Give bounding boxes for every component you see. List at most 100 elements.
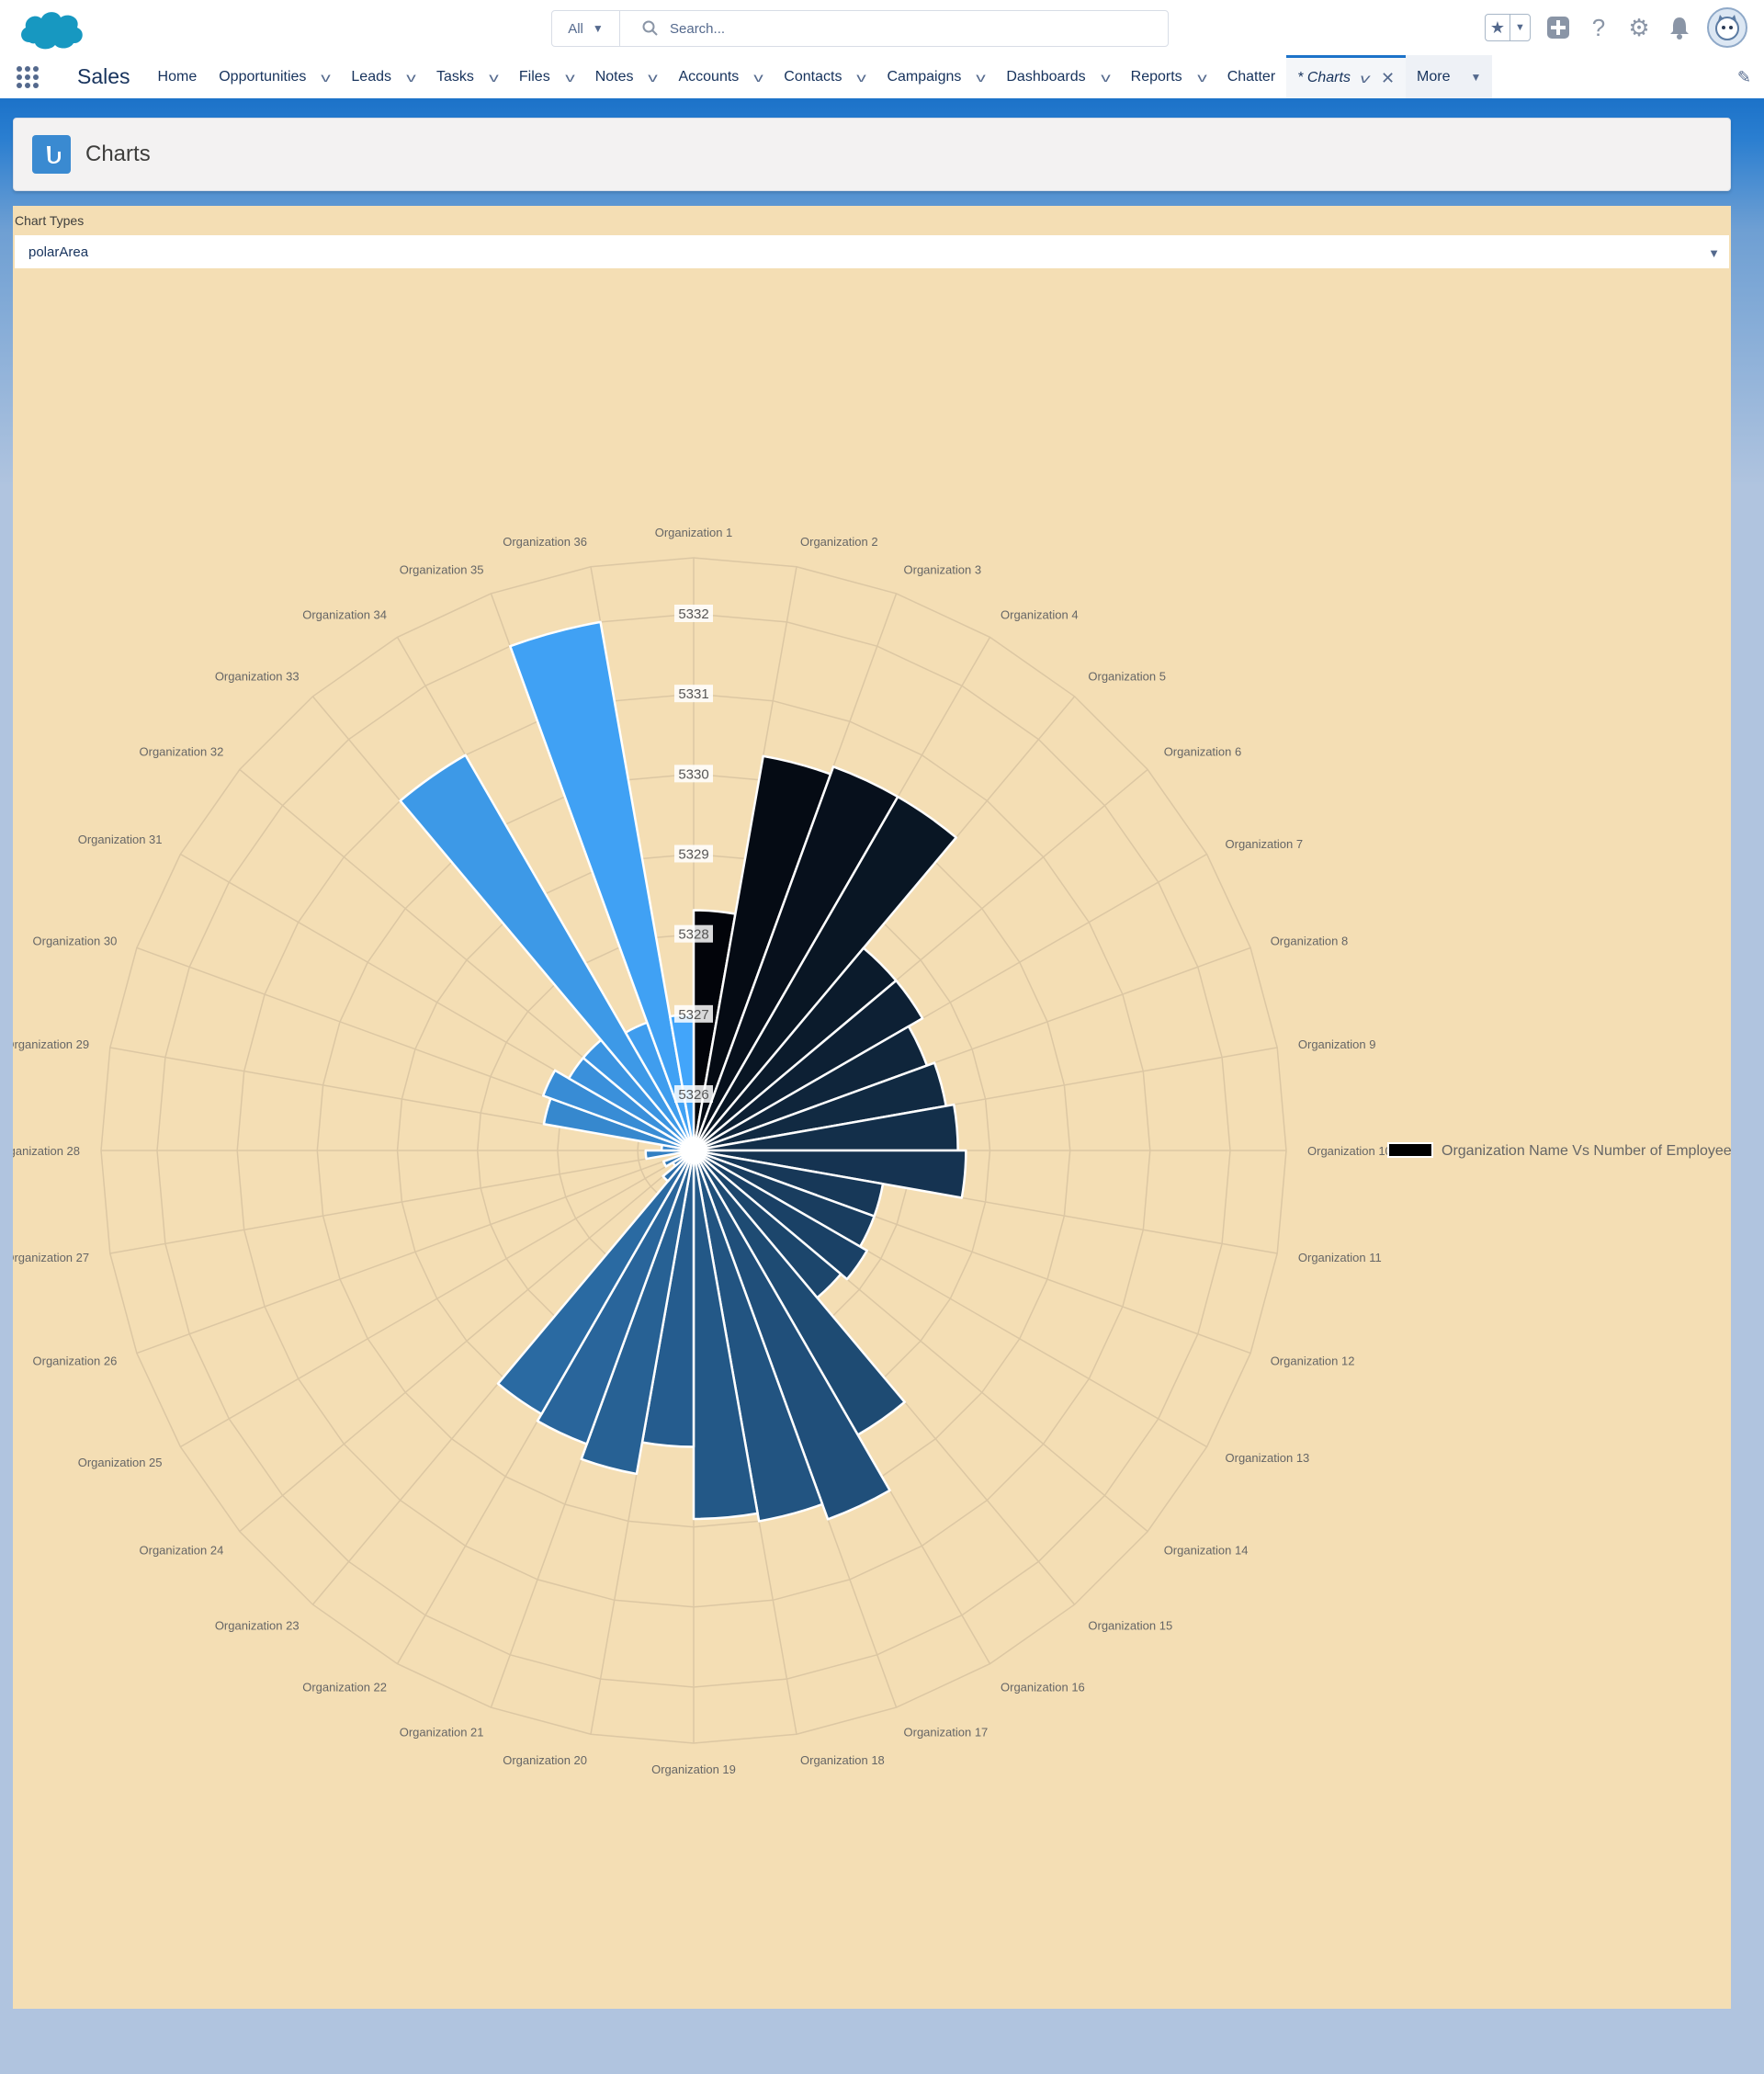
category-label: Organization 5	[1088, 669, 1166, 683]
category-label: Organization 16	[1001, 1681, 1085, 1694]
nav-item-chatter[interactable]: Chatter	[1216, 55, 1286, 98]
nav-item-label: Campaigns	[887, 68, 962, 85]
nav-item-dashboards[interactable]: Dashboards v	[995, 55, 1119, 98]
chevron-down-icon[interactable]: v	[565, 70, 575, 85]
chevron-down-icon[interactable]: v	[649, 70, 659, 85]
category-label: Organization 14	[1164, 1543, 1249, 1557]
category-label: Organization 7	[1226, 837, 1304, 851]
salesforce-logo[interactable]	[17, 6, 86, 53]
chart-card: Chart Types polarArea ▼ 5326 5327 5328 5329…	[13, 206, 1731, 2009]
chevron-down-icon[interactable]: v	[1360, 71, 1370, 85]
nav-item-label: Home	[157, 68, 198, 85]
category-label: Organization 19	[651, 1762, 736, 1776]
app-navigation-bar: Sales Home Opportunities v Leads v Tasks v …	[0, 55, 1764, 101]
category-label: Organization 23	[215, 1619, 300, 1633]
legend-swatch	[1387, 1142, 1433, 1158]
category-label: Organization 34	[302, 608, 387, 622]
nav-item-label: Accounts	[678, 68, 740, 85]
bell-icon[interactable]	[1667, 15, 1692, 40]
category-label: Organization 31	[78, 833, 163, 846]
category-label: Organization 11	[1298, 1251, 1382, 1264]
gear-icon[interactable]: ⚙	[1626, 14, 1652, 41]
nav-item-label: Reports	[1130, 68, 1182, 85]
user-avatar[interactable]	[1707, 7, 1747, 48]
category-label: Organization 3	[904, 562, 982, 576]
nav-item-label: Dashboards	[1006, 68, 1086, 85]
close-icon[interactable]: ✕	[1381, 69, 1395, 88]
nav-item-label: Contacts	[784, 68, 842, 85]
global-header: All ▼ ★ ▼ ? ⚙	[0, 0, 1764, 55]
category-label: Organization 15	[1088, 1619, 1172, 1633]
nav-item-reports[interactable]: Reports v	[1120, 55, 1216, 98]
tick-label: 5328	[678, 927, 708, 943]
nav-item-contacts[interactable]: Contacts v	[773, 55, 876, 98]
nav-item-campaigns[interactable]: Campaigns v	[876, 55, 995, 98]
chevron-down-icon[interactable]: v	[489, 70, 499, 85]
chart-types-label: Chart Types	[15, 213, 85, 228]
app-launcher-icon[interactable]	[0, 55, 55, 98]
nav-item-accounts[interactable]: Accounts v	[667, 55, 773, 98]
chevron-down-icon[interactable]: v	[1197, 70, 1207, 85]
favorites-group: ★ ▼	[1485, 14, 1531, 41]
caret-down-icon: ▼	[1708, 246, 1720, 260]
page-title: Charts	[85, 142, 151, 166]
chevron-down-icon[interactable]: v	[754, 70, 764, 85]
tab-charts[interactable]: * Charts v ✕	[1286, 55, 1407, 98]
category-label: Organization 25	[78, 1456, 163, 1469]
caret-down-icon: ▼	[1470, 70, 1482, 84]
tick-label: 5332	[678, 606, 708, 622]
pencil-icon[interactable]: ✎	[1737, 68, 1751, 87]
page-header: Charts	[13, 118, 1731, 191]
caret-down-icon: ▼	[592, 22, 604, 35]
chevron-down-icon[interactable]: v	[977, 70, 987, 85]
category-label: Organization 10	[1307, 1144, 1392, 1158]
nav-item-label: Chatter	[1227, 68, 1276, 85]
search-scope-select[interactable]: All ▼	[552, 11, 620, 46]
chart-type-select[interactable]: polarArea ▼	[15, 235, 1729, 268]
nav-item-notes[interactable]: Notes v	[584, 55, 668, 98]
chevron-down-icon[interactable]: v	[406, 70, 416, 85]
nav-item-tasks[interactable]: Tasks v	[425, 55, 508, 98]
nav-items: Home Opportunities v Leads v Tasks v Files v…	[147, 55, 1493, 98]
chevron-down-icon[interactable]: v	[857, 70, 867, 85]
star-icon[interactable]: ★	[1486, 15, 1510, 40]
category-label: Organization 32	[140, 745, 224, 759]
chart-type-value: polarArea	[28, 244, 89, 260]
tick-label: 5331	[678, 686, 708, 702]
category-label: Organization 30	[33, 935, 118, 948]
search-input[interactable]	[670, 20, 1148, 37]
polar-area-chart: 5326 5327 5328 5329 5330 5331 5332 Organization…	[13, 526, 1731, 1776]
nav-item-label: Notes	[594, 68, 634, 85]
nav-more-label: More	[1417, 68, 1451, 85]
nav-item-files[interactable]: Files v	[508, 55, 584, 98]
global-search: All ▼	[551, 10, 1169, 47]
search-scope-label: All	[568, 20, 583, 37]
tick-label: 5327	[678, 1007, 708, 1023]
category-label: Organization 33	[215, 669, 300, 683]
category-label: Organization 24	[140, 1543, 224, 1557]
nav-item-label: Files	[518, 68, 550, 85]
nav-item-label: Tasks	[436, 68, 474, 85]
chevron-down-icon[interactable]: v	[1101, 70, 1111, 85]
nav-item-home[interactable]: Home	[147, 55, 209, 98]
category-label: Organization 22	[302, 1681, 387, 1694]
nav-item-label: Opportunities	[219, 68, 307, 85]
favorites-dropdown-icon[interactable]: ▼	[1510, 15, 1530, 40]
category-label: Organization 35	[400, 562, 484, 576]
chevron-down-icon[interactable]: v	[322, 70, 332, 85]
category-label: Organization 21	[400, 1726, 484, 1740]
nav-item-leads[interactable]: Leads v	[340, 55, 425, 98]
help-icon[interactable]: ?	[1586, 14, 1611, 41]
category-label: Organization 27	[13, 1251, 89, 1264]
nav-more-button[interactable]: More ▼	[1406, 55, 1493, 98]
category-label: Organization 20	[503, 1753, 587, 1767]
global-add-icon[interactable]	[1545, 15, 1571, 40]
nav-item-label: Leads	[351, 68, 391, 85]
search-icon	[642, 20, 658, 36]
category-label: Organization 26	[33, 1354, 118, 1368]
category-label: Organization 8	[1271, 935, 1349, 948]
category-label: Organization 18	[800, 1753, 885, 1767]
nav-item-opportunities[interactable]: Opportunities v	[208, 55, 340, 98]
category-label: Organization 6	[1164, 745, 1242, 759]
header-actions: ★ ▼ ? ⚙	[1485, 6, 1747, 50]
